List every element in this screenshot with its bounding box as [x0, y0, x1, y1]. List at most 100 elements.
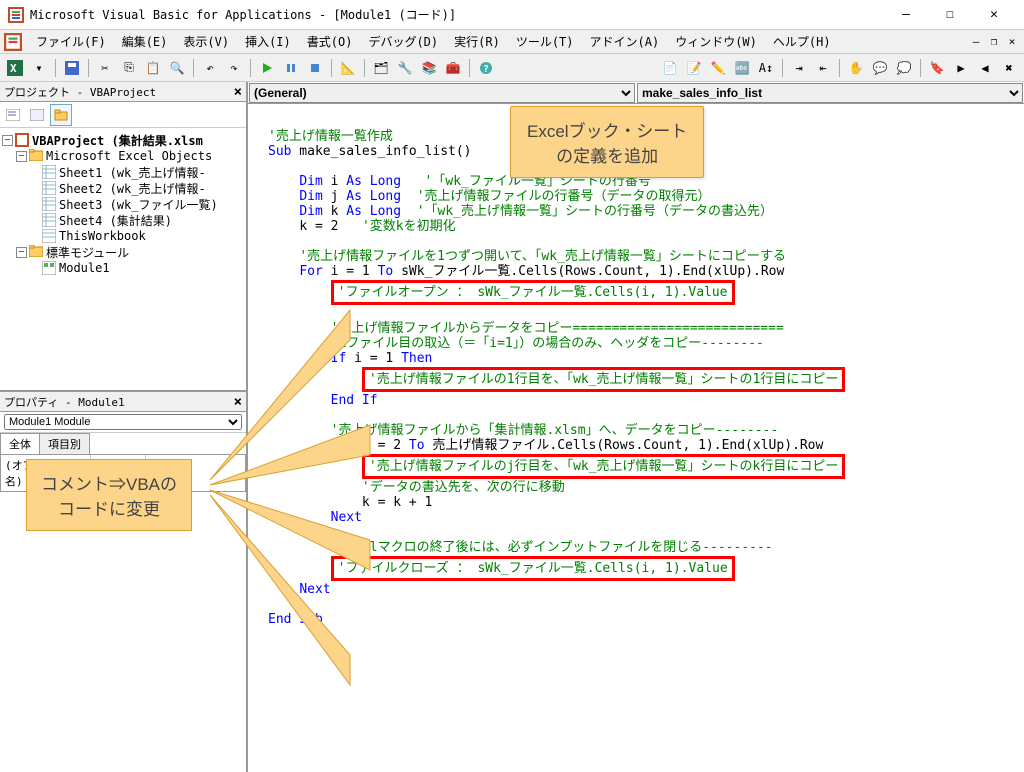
properties-pane-header: プロパティ - Module1 ×: [0, 392, 246, 412]
vba-menu-icon: [4, 33, 22, 51]
menu-window[interactable]: ウィンドウ(W): [667, 30, 765, 53]
callout-left: コメント⇒VBAの コードに変更: [26, 459, 192, 531]
menu-help[interactable]: ヘルプ(H): [765, 30, 839, 53]
maximize-button[interactable]: ☐: [928, 1, 972, 29]
breakpoint-icon[interactable]: ✋: [845, 57, 867, 79]
copy-icon[interactable]: ⎘: [118, 57, 140, 79]
tree-sheet[interactable]: Sheet1 (wk_売上げ情報-: [2, 164, 244, 180]
view-object-icon[interactable]: [26, 104, 48, 126]
menu-edit[interactable]: 編集(E): [114, 30, 176, 53]
menu-addin[interactable]: アドイン(A): [582, 30, 668, 53]
help-icon[interactable]: ?: [475, 57, 497, 79]
break-icon[interactable]: [280, 57, 302, 79]
project-tree[interactable]: – VBAProject (集計結果.xlsm – Microsoft Exce…: [0, 128, 246, 390]
tree-sheet[interactable]: Sheet3 (wk_ファイル一覧): [2, 196, 244, 212]
tree-root[interactable]: – VBAProject (集計結果.xlsm: [2, 132, 244, 148]
close-button[interactable]: ✕: [972, 1, 1016, 29]
redo-icon[interactable]: ↷: [223, 57, 245, 79]
workbook-icon: [42, 229, 56, 243]
reset-icon[interactable]: [304, 57, 326, 79]
prev-bookmark-icon[interactable]: ◀: [974, 57, 996, 79]
menu-format[interactable]: 書式(O): [299, 30, 361, 53]
uncomment-icon[interactable]: 💭: [893, 57, 915, 79]
clear-bookmark-icon[interactable]: ✖: [998, 57, 1020, 79]
project-pane-title: プロジェクト - VBAProject: [4, 84, 156, 100]
excel-icon[interactable]: X: [4, 57, 26, 79]
paste-icon[interactable]: 📋: [142, 57, 164, 79]
project-pane-close[interactable]: ×: [234, 84, 242, 100]
outdent-icon[interactable]: ⇤: [812, 57, 834, 79]
minimize-button[interactable]: —: [884, 1, 928, 29]
sheet-icon: [42, 165, 56, 179]
properties-icon[interactable]: 🔧: [394, 57, 416, 79]
menu-run[interactable]: 実行(R): [446, 30, 508, 53]
collapse-icon[interactable]: –: [2, 135, 13, 146]
highlight-box: '売上げ情報ファイルの1行目を、「wk_売上げ情報一覧」シートの1行目にコピー: [362, 367, 845, 392]
bookmark-icon[interactable]: 🔖: [926, 57, 948, 79]
svg-text:X: X: [10, 62, 17, 75]
properties-object-select[interactable]: Module1 Module: [4, 414, 242, 430]
indent-icon[interactable]: ⇥: [788, 57, 810, 79]
tree-group-modules[interactable]: – 標準モジュール: [2, 244, 244, 260]
properties-tab-all[interactable]: 全体: [0, 433, 40, 454]
code-body[interactable]: '売上げ情報一覧作成 Sub make_sales_info_list() Di…: [248, 104, 1024, 772]
toolbar: X ▾ ✂ ⎘ 📋 🔍 ↶ ↷ 📐 🗂 🔧 📚 🧰 ? 📄 📝 ✏️ 🔤 A↕ …: [0, 54, 1024, 82]
properties-pane-title: プロパティ - Module1: [4, 394, 125, 410]
sheet-icon: [42, 181, 56, 195]
code-object-combo[interactable]: (General): [249, 83, 635, 103]
vbaproject-icon: [15, 133, 29, 147]
tree-module[interactable]: Module1: [2, 260, 244, 276]
titlebar: Microsoft Visual Basic for Applications …: [0, 0, 1024, 30]
project-explorer-icon[interactable]: 🗂: [370, 57, 392, 79]
tb-icon-4[interactable]: 🔤: [731, 57, 753, 79]
vba-app-icon: [8, 7, 24, 23]
properties-pane-close[interactable]: ×: [234, 394, 242, 410]
toolbox-icon[interactable]: 🧰: [442, 57, 464, 79]
highlight-box: 'ファイルクローズ ： sWk_ファイル一覧.Cells(i, 1).Value: [331, 556, 735, 581]
view-code-icon[interactable]: [2, 104, 24, 126]
code-editor[interactable]: (General) make_sales_info_list '売上げ情報一覧作…: [248, 82, 1024, 772]
cut-icon[interactable]: ✂: [94, 57, 116, 79]
menu-insert[interactable]: 挿入(I): [237, 30, 299, 53]
undo-icon[interactable]: ↶: [199, 57, 221, 79]
svg-text:?: ?: [483, 64, 489, 75]
menu-file[interactable]: ファイル(F): [28, 30, 114, 53]
menu-debug[interactable]: デバッグ(D): [360, 30, 446, 53]
menu-tools[interactable]: ツール(T): [508, 30, 582, 53]
collapse-icon[interactable]: –: [16, 151, 27, 162]
mdi-restore[interactable]: ❐: [986, 35, 1002, 49]
code-procedure-combo[interactable]: make_sales_info_list: [637, 83, 1023, 103]
sheet-icon: [42, 213, 56, 227]
object-browser-icon[interactable]: 📚: [418, 57, 440, 79]
mdi-close[interactable]: ×: [1004, 35, 1020, 49]
tree-group-excel[interactable]: – Microsoft Excel Objects: [2, 148, 244, 164]
window-title: Microsoft Visual Basic for Applications …: [30, 6, 884, 23]
tb-icon-3[interactable]: ✏️: [707, 57, 729, 79]
sheet-icon: [42, 197, 56, 211]
next-bookmark-icon[interactable]: ▶: [950, 57, 972, 79]
tb-icon-1[interactable]: 📄: [659, 57, 681, 79]
tree-thisworkbook[interactable]: ThisWorkbook: [2, 228, 244, 244]
menu-view[interactable]: 表示(V): [175, 30, 237, 53]
folder-icon: [29, 149, 43, 163]
folder-icon: [29, 245, 43, 259]
callout-top: Excelブック・シート の定義を追加: [510, 106, 704, 178]
tree-sheet[interactable]: Sheet2 (wk_売上げ情報-: [2, 180, 244, 196]
tb-icon-2[interactable]: 📝: [683, 57, 705, 79]
tree-sheet[interactable]: Sheet4 (集計結果): [2, 212, 244, 228]
toggle-folders-icon[interactable]: [50, 104, 72, 126]
find-icon[interactable]: 🔍: [166, 57, 188, 79]
comment-icon[interactable]: 💬: [869, 57, 891, 79]
collapse-icon[interactable]: –: [16, 247, 27, 258]
design-mode-icon[interactable]: 📐: [337, 57, 359, 79]
save-icon[interactable]: [61, 57, 83, 79]
run-icon[interactable]: [256, 57, 278, 79]
highlight-box: 'ファイルオープン ： sWk_ファイル一覧.Cells(i, 1).Value: [331, 280, 735, 305]
properties-tab-categorized[interactable]: 項目別: [39, 433, 90, 454]
dropdown-icon[interactable]: ▾: [28, 57, 50, 79]
mdi-minimize[interactable]: –: [968, 35, 984, 49]
module-icon: [42, 261, 56, 275]
tb-icon-5[interactable]: A↕: [755, 57, 777, 79]
project-pane-toolbar: [0, 102, 246, 128]
menubar: ファイル(F) 編集(E) 表示(V) 挿入(I) 書式(O) デバッグ(D) …: [0, 30, 1024, 54]
